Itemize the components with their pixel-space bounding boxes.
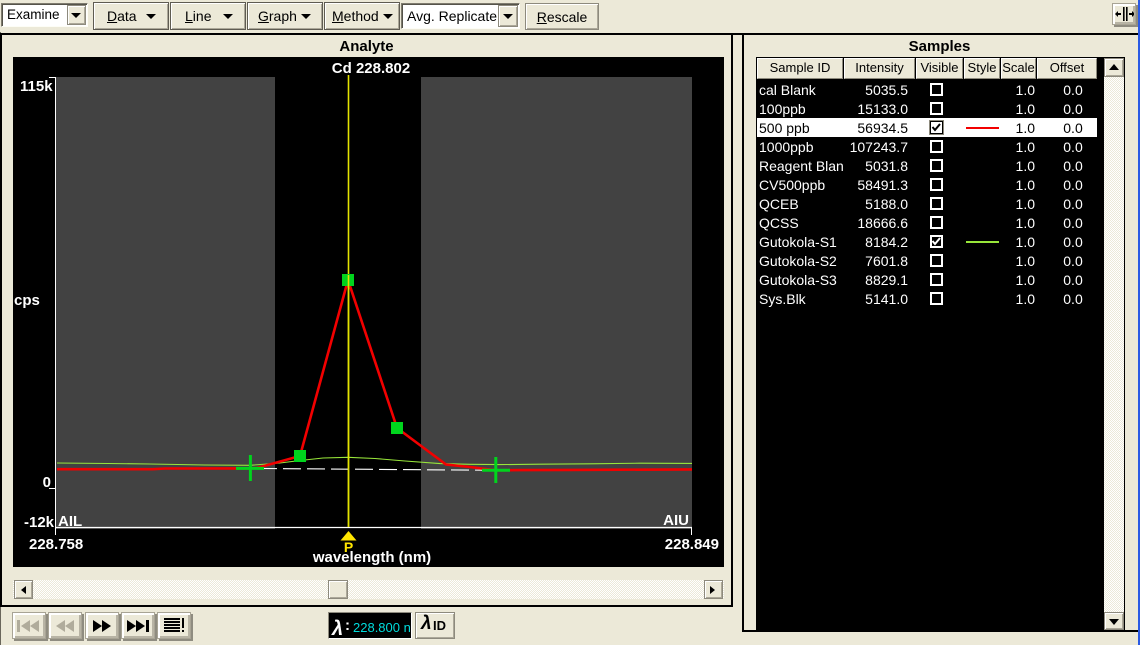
svg-text:AIU: AIU <box>663 512 689 529</box>
svg-text:AIL: AIL <box>58 513 82 530</box>
svg-text:wavelength (nm): wavelength (nm) <box>312 549 431 566</box>
svg-text:Cd 228.802: Cd 228.802 <box>332 60 410 77</box>
svg-text:115k: 115k <box>20 78 53 95</box>
svg-text:0: 0 <box>43 474 51 491</box>
svg-text:228.758: 228.758 <box>29 536 83 553</box>
svg-text:228.849: 228.849 <box>665 536 719 553</box>
svg-text:P: P <box>344 539 353 555</box>
svg-text:-12k: -12k <box>24 514 55 531</box>
svg-text:cps: cps <box>14 292 40 309</box>
